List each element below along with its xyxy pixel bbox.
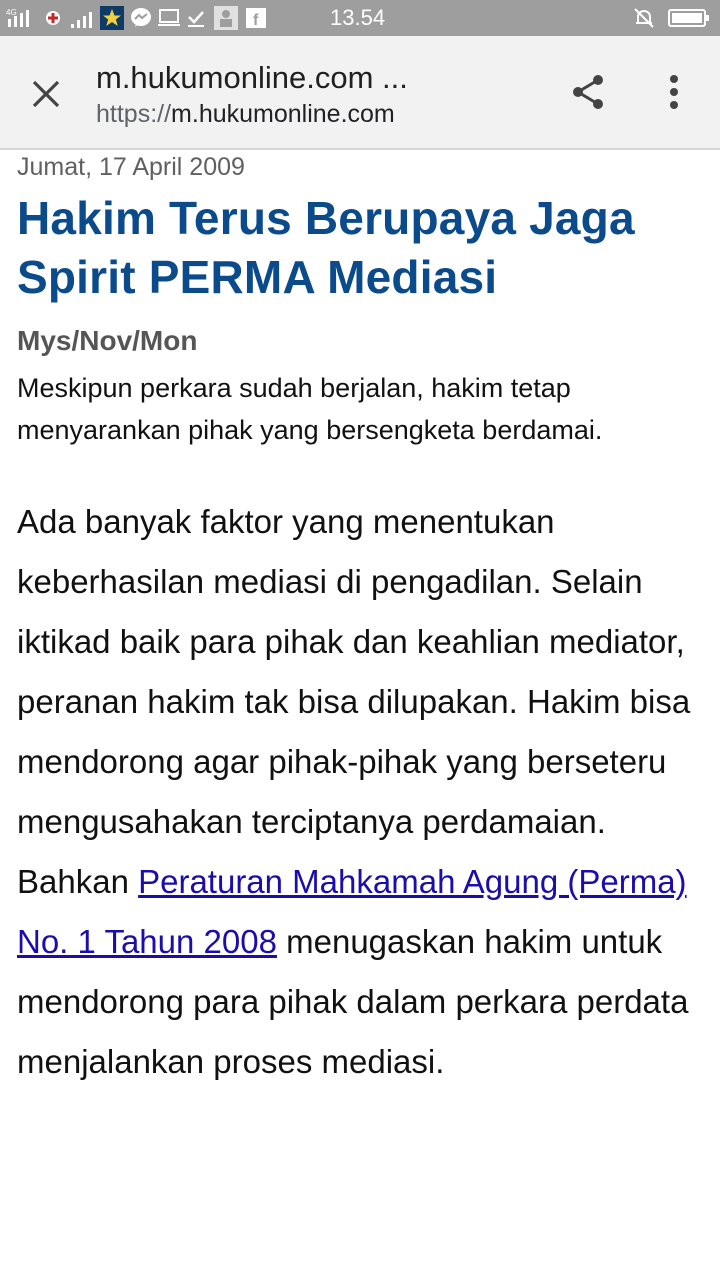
article-date: Jumat, 17 April 2009 (17, 153, 245, 181)
notification-shield-icon (44, 0, 62, 36)
url-bar[interactable]: https://m.hukumonline.com (96, 100, 395, 129)
network-label: 4G (6, 8, 17, 17)
article-author: Mys/Nov/Mon (17, 325, 198, 356)
share-icon (573, 75, 603, 109)
signal-4g-icon: 4G (6, 0, 38, 36)
app-star-icon (100, 0, 124, 36)
article-content: Jumat, 17 April 2009 Hakim Terus Berupay… (17, 150, 707, 1092)
close-icon (32, 80, 60, 108)
share-button[interactable] (566, 70, 610, 114)
page-title: m.hukumonline.com ... (96, 60, 408, 95)
screen-icon (158, 0, 180, 36)
status-bar: 4G f 13.54 (0, 0, 720, 36)
messenger-icon (130, 0, 152, 36)
overflow-menu-button[interactable] (654, 70, 694, 114)
url-host: m.hukumonline.com (171, 100, 395, 128)
article-summary: Meskipun perkara sudah berjalan, hakim t… (17, 373, 603, 445)
battery-icon (668, 0, 710, 36)
article-body: Ada banyak faktor yang menentukan keberh… (17, 492, 707, 1092)
status-time: 13.54 (330, 5, 386, 30)
app-person-icon (214, 0, 238, 36)
body-text-part1: Ada banyak faktor yang menentukan keberh… (17, 503, 691, 900)
close-tab-button[interactable] (26, 74, 66, 114)
signal-bars-icon (70, 0, 98, 36)
article-title: Hakim Terus Berupaya Jaga Spirit PERMA M… (17, 192, 635, 303)
custom-tab-toolbar: m.hukumonline.com ... https://m.hukumonl… (0, 36, 720, 150)
download-done-icon (186, 0, 206, 36)
svg-text:f: f (253, 12, 259, 28)
mute-bell-icon (632, 0, 656, 36)
more-vertical-icon (670, 75, 678, 109)
facebook-icon: f (246, 0, 266, 36)
url-scheme: https:// (96, 100, 172, 128)
